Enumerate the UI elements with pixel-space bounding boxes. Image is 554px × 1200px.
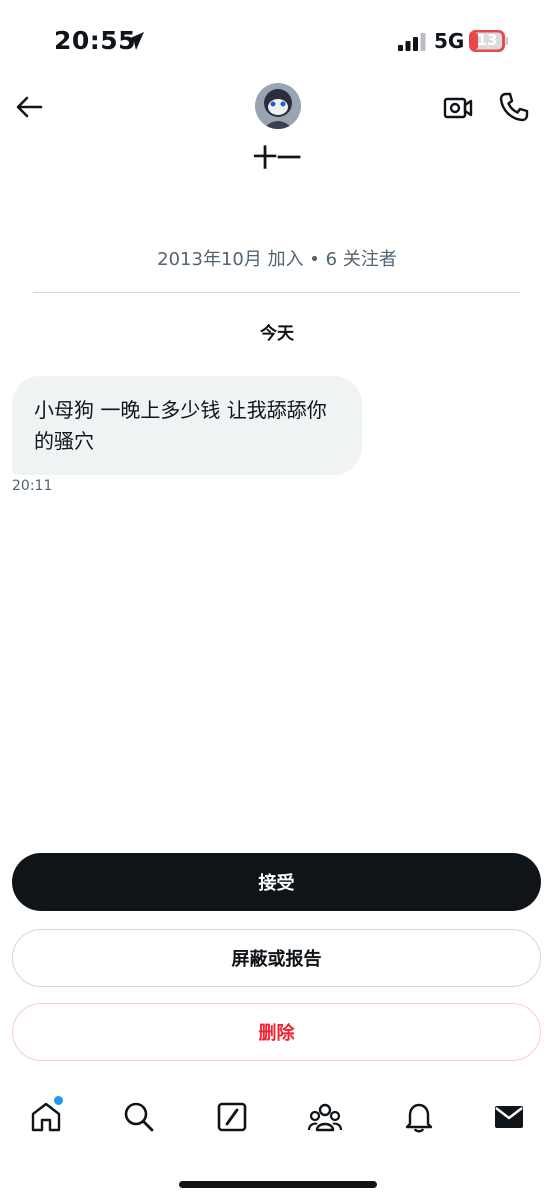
phone-icon [499, 92, 529, 122]
signal-icon [398, 33, 426, 51]
video-call-button[interactable] [443, 93, 473, 123]
network-type: 5G [434, 29, 465, 53]
tab-messages[interactable] [489, 1097, 529, 1137]
video-camera-icon [443, 97, 473, 119]
contact-name[interactable]: 十一 [0, 138, 554, 173]
search-icon [124, 1102, 154, 1132]
tab-notifications[interactable] [399, 1097, 439, 1137]
arrow-left-icon [16, 96, 43, 118]
accept-button[interactable]: 接受 [12, 853, 541, 911]
tab-search[interactable] [119, 1097, 159, 1137]
compose-icon [217, 1102, 247, 1132]
notification-dot [54, 1096, 63, 1105]
profile-meta: 2013年10月 加入 • 6 关注者 [157, 249, 397, 270]
divider [33, 292, 520, 293]
communities-icon [307, 1103, 343, 1132]
messages-icon [495, 1106, 523, 1128]
location-arrow-icon [126, 32, 144, 50]
avatar-image [255, 83, 301, 129]
home-indicator [179, 1181, 377, 1188]
date-separator: 今天 [260, 324, 294, 344]
message-timestamp: 20:11 [12, 478, 53, 494]
back-button[interactable] [14, 92, 44, 122]
message-bubble[interactable]: 小母狗 一晚上多少钱 让我舔舔你的骚穴 [12, 376, 362, 475]
tab-communities[interactable] [305, 1097, 345, 1137]
battery-level: 13 [476, 31, 498, 49]
notifications-icon [405, 1103, 433, 1133]
block-report-button[interactable]: 屏蔽或报告 [12, 929, 541, 987]
home-icon [31, 1102, 61, 1132]
delete-button[interactable]: 删除 [12, 1003, 541, 1061]
tab-compose[interactable] [212, 1097, 252, 1137]
status-bar: 20:55 5G 13 [0, 0, 554, 84]
contact-avatar[interactable] [255, 83, 301, 129]
voice-call-button[interactable] [498, 91, 530, 123]
